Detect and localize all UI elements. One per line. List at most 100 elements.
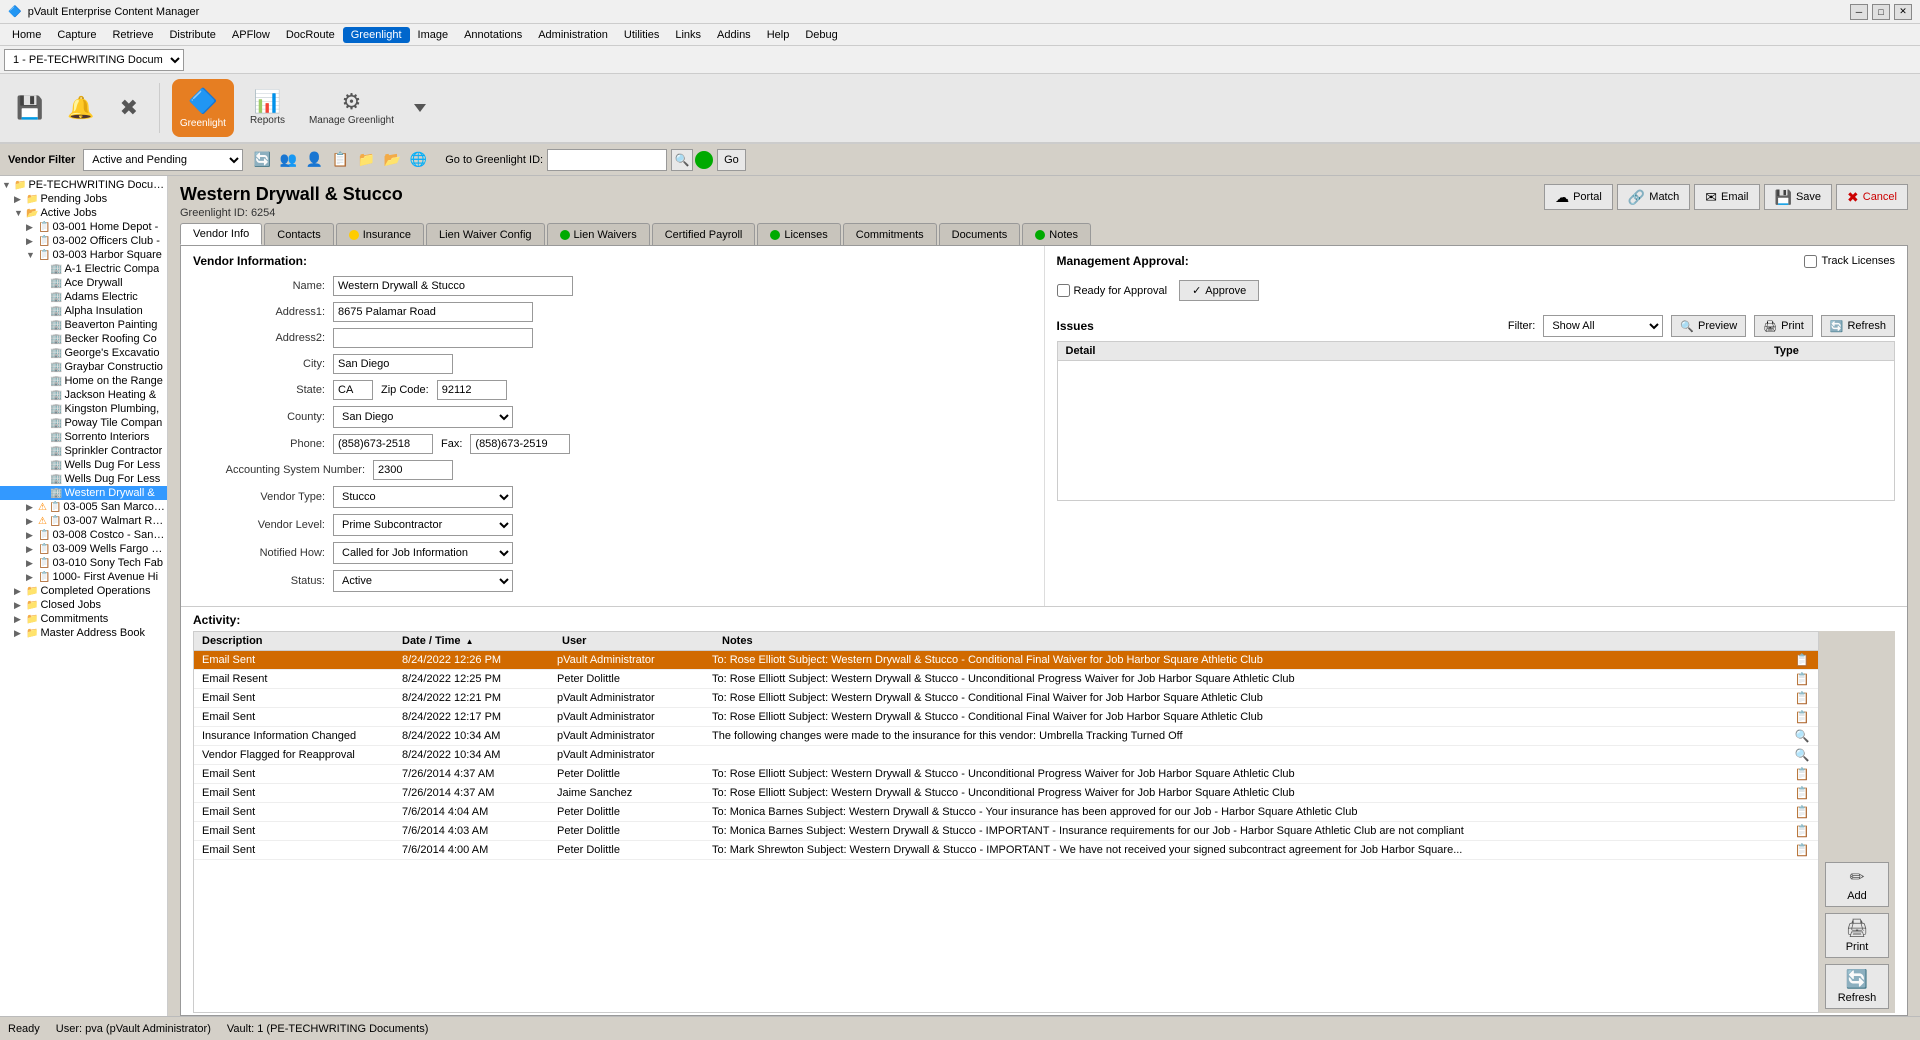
status-select[interactable]: Active	[333, 570, 513, 592]
tree-item-10[interactable]: 🏢Beaverton Painting	[0, 318, 167, 332]
tree-item-5[interactable]: ▼📋03-003 Harbor Square	[0, 248, 167, 262]
minimize-button[interactable]: ─	[1850, 4, 1868, 20]
match-button[interactable]: 🔗 Match	[1617, 184, 1690, 210]
tree-item-27[interactable]: ▶📋03-010 Sony Tech Fab	[0, 556, 167, 570]
tree-item-25[interactable]: ▶📋03-008 Costco - San M	[0, 528, 167, 542]
activity-row-action-button[interactable]: 📋	[1795, 710, 1810, 724]
activity-row-action-button[interactable]: 📋	[1795, 786, 1810, 800]
tree-item-9[interactable]: 🏢Alpha Insulation	[0, 304, 167, 318]
save-toolbar-button[interactable]: 💾	[8, 93, 51, 123]
tree-item-26[interactable]: ▶📋03-009 Wells Fargo Re	[0, 542, 167, 556]
activity-row-action-button[interactable]: 🔍	[1795, 729, 1810, 743]
activity-row[interactable]: Vendor Flagged for Reapproval8/24/2022 1…	[194, 746, 1818, 765]
undo-toolbar-button[interactable]: 🔔	[59, 93, 102, 123]
filter-icon-7[interactable]: 🌐	[407, 149, 429, 171]
tree-item-19[interactable]: 🏢Sprinkler Contractor	[0, 444, 167, 458]
tree-item-3[interactable]: ▶📋03-001 Home Depot -	[0, 220, 167, 234]
activity-row[interactable]: Email Sent8/24/2022 12:21 PMpVault Admin…	[194, 689, 1818, 708]
tree-item-22[interactable]: 🏢Western Drywall &	[0, 486, 167, 500]
menubar-item-apflow[interactable]: APFlow	[224, 27, 278, 43]
ready-approval-checkbox[interactable]	[1057, 284, 1070, 297]
menubar-item-help[interactable]: Help	[759, 27, 798, 43]
tree-item-16[interactable]: 🏢Kingston Plumbing,	[0, 402, 167, 416]
tab-certified-payroll[interactable]: Certified Payroll	[652, 223, 756, 245]
tree-item-24[interactable]: ▶⚠📋03-007 Walmart Remo	[0, 514, 167, 528]
print-activity-button[interactable]: 🖨 Print	[1825, 913, 1889, 958]
issues-filter-select[interactable]: Show AllOpenClosed	[1543, 315, 1663, 337]
activity-row[interactable]: Email Sent7/6/2014 4:04 AMPeter Dolittle…	[194, 803, 1818, 822]
activity-row-action-button[interactable]: 📋	[1795, 767, 1810, 781]
activity-row[interactable]: Email Resent8/24/2022 12:25 PMPeter Doli…	[194, 670, 1818, 689]
address2-input[interactable]	[333, 328, 533, 348]
cancel-button[interactable]: ✖ Cancel	[1836, 184, 1908, 210]
approve-button[interactable]: ✓ Approve	[1179, 280, 1259, 301]
activity-row-action-button[interactable]: 📋	[1795, 672, 1810, 686]
phone-input[interactable]	[333, 434, 433, 454]
issues-refresh-button[interactable]: 🔄 Refresh	[1821, 315, 1895, 337]
add-activity-button[interactable]: ✏ Add	[1825, 862, 1889, 907]
activity-row[interactable]: Email Sent7/26/2014 4:37 AMJaime Sanchez…	[194, 784, 1818, 803]
vendor-filter-dropdown[interactable]: Active and PendingActivePendingAll	[83, 149, 243, 171]
activity-row-action-button[interactable]: 📋	[1795, 805, 1810, 819]
cancel-toolbar-button[interactable]: ✖	[111, 93, 147, 123]
notified-select[interactable]: Called for Job Information	[333, 542, 513, 564]
greenlight-toolbar-button[interactable]: 🔷 Greenlight	[172, 79, 234, 137]
track-licenses-checkbox[interactable]	[1804, 255, 1817, 268]
tab-lien-waivers[interactable]: Lien Waivers	[547, 223, 650, 245]
issues-preview-button[interactable]: 🔍 Preview	[1671, 315, 1746, 337]
activity-row[interactable]: Email Sent8/24/2022 12:26 PMpVault Admin…	[194, 651, 1818, 670]
activity-row[interactable]: Email Sent7/6/2014 4:00 AMPeter Dolittle…	[194, 841, 1818, 860]
tab-contacts[interactable]: Contacts	[264, 223, 333, 245]
email-button[interactable]: ✉ Email	[1694, 184, 1759, 210]
portal-button[interactable]: ☁ Portal	[1544, 184, 1613, 210]
activity-row[interactable]: Email Sent7/26/2014 4:37 AMPeter Dolittl…	[194, 765, 1818, 784]
menubar-item-addins[interactable]: Addins	[709, 27, 759, 43]
document-selector[interactable]: 1 - PE-TECHWRITING Documer	[4, 49, 184, 71]
acct-num-input[interactable]	[373, 460, 453, 480]
menubar-item-image[interactable]: Image	[410, 27, 457, 43]
tree-item-30[interactable]: ▶📁Closed Jobs	[0, 598, 167, 612]
activity-row-action-button[interactable]: 📋	[1795, 691, 1810, 705]
tab-lien-waiver-config[interactable]: Lien Waiver Config	[426, 223, 545, 245]
tree-item-0[interactable]: ▼📁PE-TECHWRITING Documents	[0, 178, 167, 192]
tree-item-29[interactable]: ▶📁Completed Operations	[0, 584, 167, 598]
filter-icon-3[interactable]: 👤	[303, 149, 325, 171]
reports-toolbar-button[interactable]: 📊 Reports	[242, 87, 293, 130]
tree-item-17[interactable]: 🏢Poway Tile Compan	[0, 416, 167, 430]
tree-item-8[interactable]: 🏢Adams Electric	[0, 290, 167, 304]
activity-row[interactable]: Insurance Information Changed8/24/2022 1…	[194, 727, 1818, 746]
greenlight-id-search-button[interactable]: 🔍	[671, 149, 693, 171]
tree-item-6[interactable]: 🏢A-1 Electric Compa	[0, 262, 167, 276]
menubar-item-links[interactable]: Links	[667, 27, 709, 43]
issues-print-button[interactable]: 🖨 Print	[1754, 315, 1813, 337]
manage-greenlight-toolbar-button[interactable]: ⚙ Manage Greenlight	[301, 87, 402, 130]
activity-row-action-button[interactable]: 📋	[1795, 653, 1810, 667]
menubar-item-retrieve[interactable]: Retrieve	[104, 27, 161, 43]
tree-item-7[interactable]: 🏢Ace Drywall	[0, 276, 167, 290]
menubar-item-capture[interactable]: Capture	[49, 27, 104, 43]
menubar-item-docroute[interactable]: DocRoute	[278, 27, 343, 43]
tree-item-11[interactable]: 🏢Becker Roofing Co	[0, 332, 167, 346]
tree-item-15[interactable]: 🏢Jackson Heating &	[0, 388, 167, 402]
tree-item-12[interactable]: 🏢George's Excavatio	[0, 346, 167, 360]
county-select[interactable]: San Diego	[333, 406, 513, 428]
tab-notes[interactable]: Notes	[1022, 223, 1091, 245]
menubar-item-administration[interactable]: Administration	[530, 27, 616, 43]
vendor-level-select[interactable]: Prime Subcontractor	[333, 514, 513, 536]
tree-item-1[interactable]: ▶📁Pending Jobs	[0, 192, 167, 206]
tab-vendor-info[interactable]: Vendor Info	[180, 223, 262, 245]
greenlight-id-input[interactable]	[547, 149, 667, 171]
activity-row[interactable]: Email Sent7/6/2014 4:03 AMPeter Dolittle…	[194, 822, 1818, 841]
vendor-type-select[interactable]: Stucco	[333, 486, 513, 508]
tab-licenses[interactable]: Licenses	[757, 223, 840, 245]
menubar-item-annotations[interactable]: Annotations	[456, 27, 530, 43]
name-input[interactable]	[333, 276, 573, 296]
filter-icon-2[interactable]: 👥	[277, 149, 299, 171]
refresh-activity-button[interactable]: 🔄 Refresh	[1825, 964, 1889, 1009]
menubar-item-utilities[interactable]: Utilities	[616, 27, 667, 43]
tree-item-14[interactable]: 🏢Home on the Range	[0, 374, 167, 388]
fax-input[interactable]	[470, 434, 570, 454]
tree-item-20[interactable]: 🏢Wells Dug For Less	[0, 458, 167, 472]
filter-icon-6[interactable]: 📂	[381, 149, 403, 171]
window-controls[interactable]: ─ □ ✕	[1850, 4, 1912, 20]
